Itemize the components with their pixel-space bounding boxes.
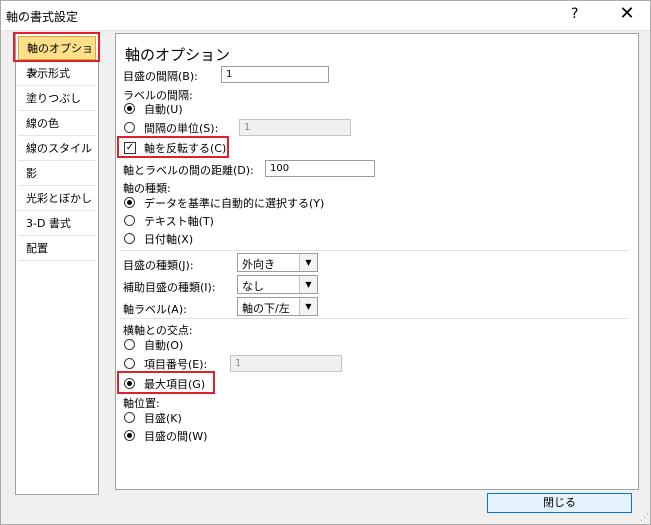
- window-title: 軸の書式設定: [6, 10, 79, 24]
- chevron-down-icon: ▼: [299, 254, 317, 271]
- reverse-order-checkbox[interactable]: ✓: [124, 142, 136, 154]
- axis-type-date-label: 日付軸(X): [144, 233, 194, 246]
- axis-labels-label: 軸ラベル(A):: [123, 303, 187, 316]
- nav-item-glow-soft-edges[interactable]: 光彩とぼかし: [18, 187, 96, 211]
- panel-title: 軸のオプション: [125, 46, 231, 64]
- tick-interval-input[interactable]: 1: [221, 66, 329, 83]
- nav-item-line-color[interactable]: 線の色: [18, 112, 96, 136]
- minor-tick-label: 補助目盛の種類(I):: [123, 281, 216, 294]
- crosses-category-number-label: 項目番号(E):: [144, 358, 208, 371]
- crosses-auto-radio[interactable]: [124, 339, 135, 350]
- crosses-max-category-radio[interactable]: [124, 378, 135, 389]
- major-tick-label: 目盛の種類(J):: [123, 259, 194, 272]
- chevron-down-icon: ▼: [299, 298, 317, 315]
- crosses-max-category-label: 最大項目(G): [144, 378, 206, 391]
- nav-item-number-format[interactable]: 表示形式: [18, 62, 96, 86]
- axis-type-heading: 軸の種類:: [123, 182, 171, 195]
- major-tick-value: 外向き: [242, 258, 275, 271]
- separator: [120, 250, 628, 251]
- label-interval-unit-label: 間隔の単位(S):: [144, 122, 219, 135]
- options-panel: 軸のオプション 目盛の間隔(B): 1 ラベルの間隔: 自動(U) 間隔の単位(…: [115, 33, 639, 490]
- category-list: 軸のオプション 表示形式 塗りつぶし 線の色 線のスタイル 影 光彩とぼかし 3…: [15, 33, 99, 495]
- axis-labels-value: 軸の下/左: [242, 302, 290, 315]
- close-button[interactable]: 閉じる: [487, 493, 632, 513]
- crosses-heading: 横軸との交点:: [123, 324, 193, 337]
- resize-grip-icon[interactable]: ⋰: [640, 513, 649, 523]
- nav-item-shadow[interactable]: 影: [18, 162, 96, 186]
- axis-type-text-radio[interactable]: [124, 215, 135, 226]
- close-window-button[interactable]: ✕: [617, 3, 637, 24]
- axis-position-heading: 軸位置:: [123, 397, 160, 410]
- axis-position-between-tick-radio[interactable]: [124, 430, 135, 441]
- label-interval-auto-radio[interactable]: [124, 103, 135, 114]
- label-distance-label: 軸とラベルの間の距離(D):: [123, 164, 254, 177]
- label-interval-unit-input[interactable]: 1: [239, 119, 351, 136]
- tick-interval-label: 目盛の間隔(B):: [123, 70, 198, 83]
- axis-type-auto-label: データを基準に自動的に選択する(Y): [144, 197, 325, 210]
- label-interval-auto-label: 自動(U): [144, 103, 183, 116]
- nav-item-line-style[interactable]: 線のスタイル: [18, 137, 96, 161]
- minor-tick-select[interactable]: なし ▼: [237, 275, 318, 294]
- nav-item-fill[interactable]: 塗りつぶし: [18, 87, 96, 111]
- label-distance-input[interactable]: 100: [265, 160, 375, 177]
- axis-labels-select[interactable]: 軸の下/左 ▼: [237, 297, 318, 316]
- title-bar: 軸の書式設定 ? ✕: [0, 0, 651, 31]
- axis-type-text-label: テキスト軸(T): [144, 215, 214, 228]
- label-interval-unit-radio[interactable]: [124, 122, 135, 133]
- help-button[interactable]: ?: [571, 6, 578, 22]
- axis-position-between-tick-label: 目盛の間(W): [144, 430, 208, 443]
- nav-item-alignment[interactable]: 配置: [18, 237, 96, 261]
- crosses-category-number-input[interactable]: 1: [230, 355, 342, 372]
- crosses-category-number-radio[interactable]: [124, 358, 135, 369]
- nav-item-3d-format[interactable]: 3-D 書式: [18, 212, 96, 236]
- chevron-down-icon: ▼: [299, 276, 317, 293]
- minor-tick-value: なし: [242, 280, 264, 293]
- axis-position-on-tick-label: 目盛(K): [144, 412, 182, 425]
- separator: [120, 318, 628, 319]
- nav-item-axis-options[interactable]: 軸のオプション: [18, 36, 96, 79]
- reverse-order-label: 軸を反転する(C): [144, 142, 227, 155]
- crosses-auto-label: 自動(O): [144, 339, 184, 352]
- axis-type-date-radio[interactable]: [124, 233, 135, 244]
- axis-type-auto-radio[interactable]: [124, 197, 135, 208]
- axis-position-on-tick-radio[interactable]: [124, 412, 135, 423]
- major-tick-select[interactable]: 外向き ▼: [237, 253, 318, 272]
